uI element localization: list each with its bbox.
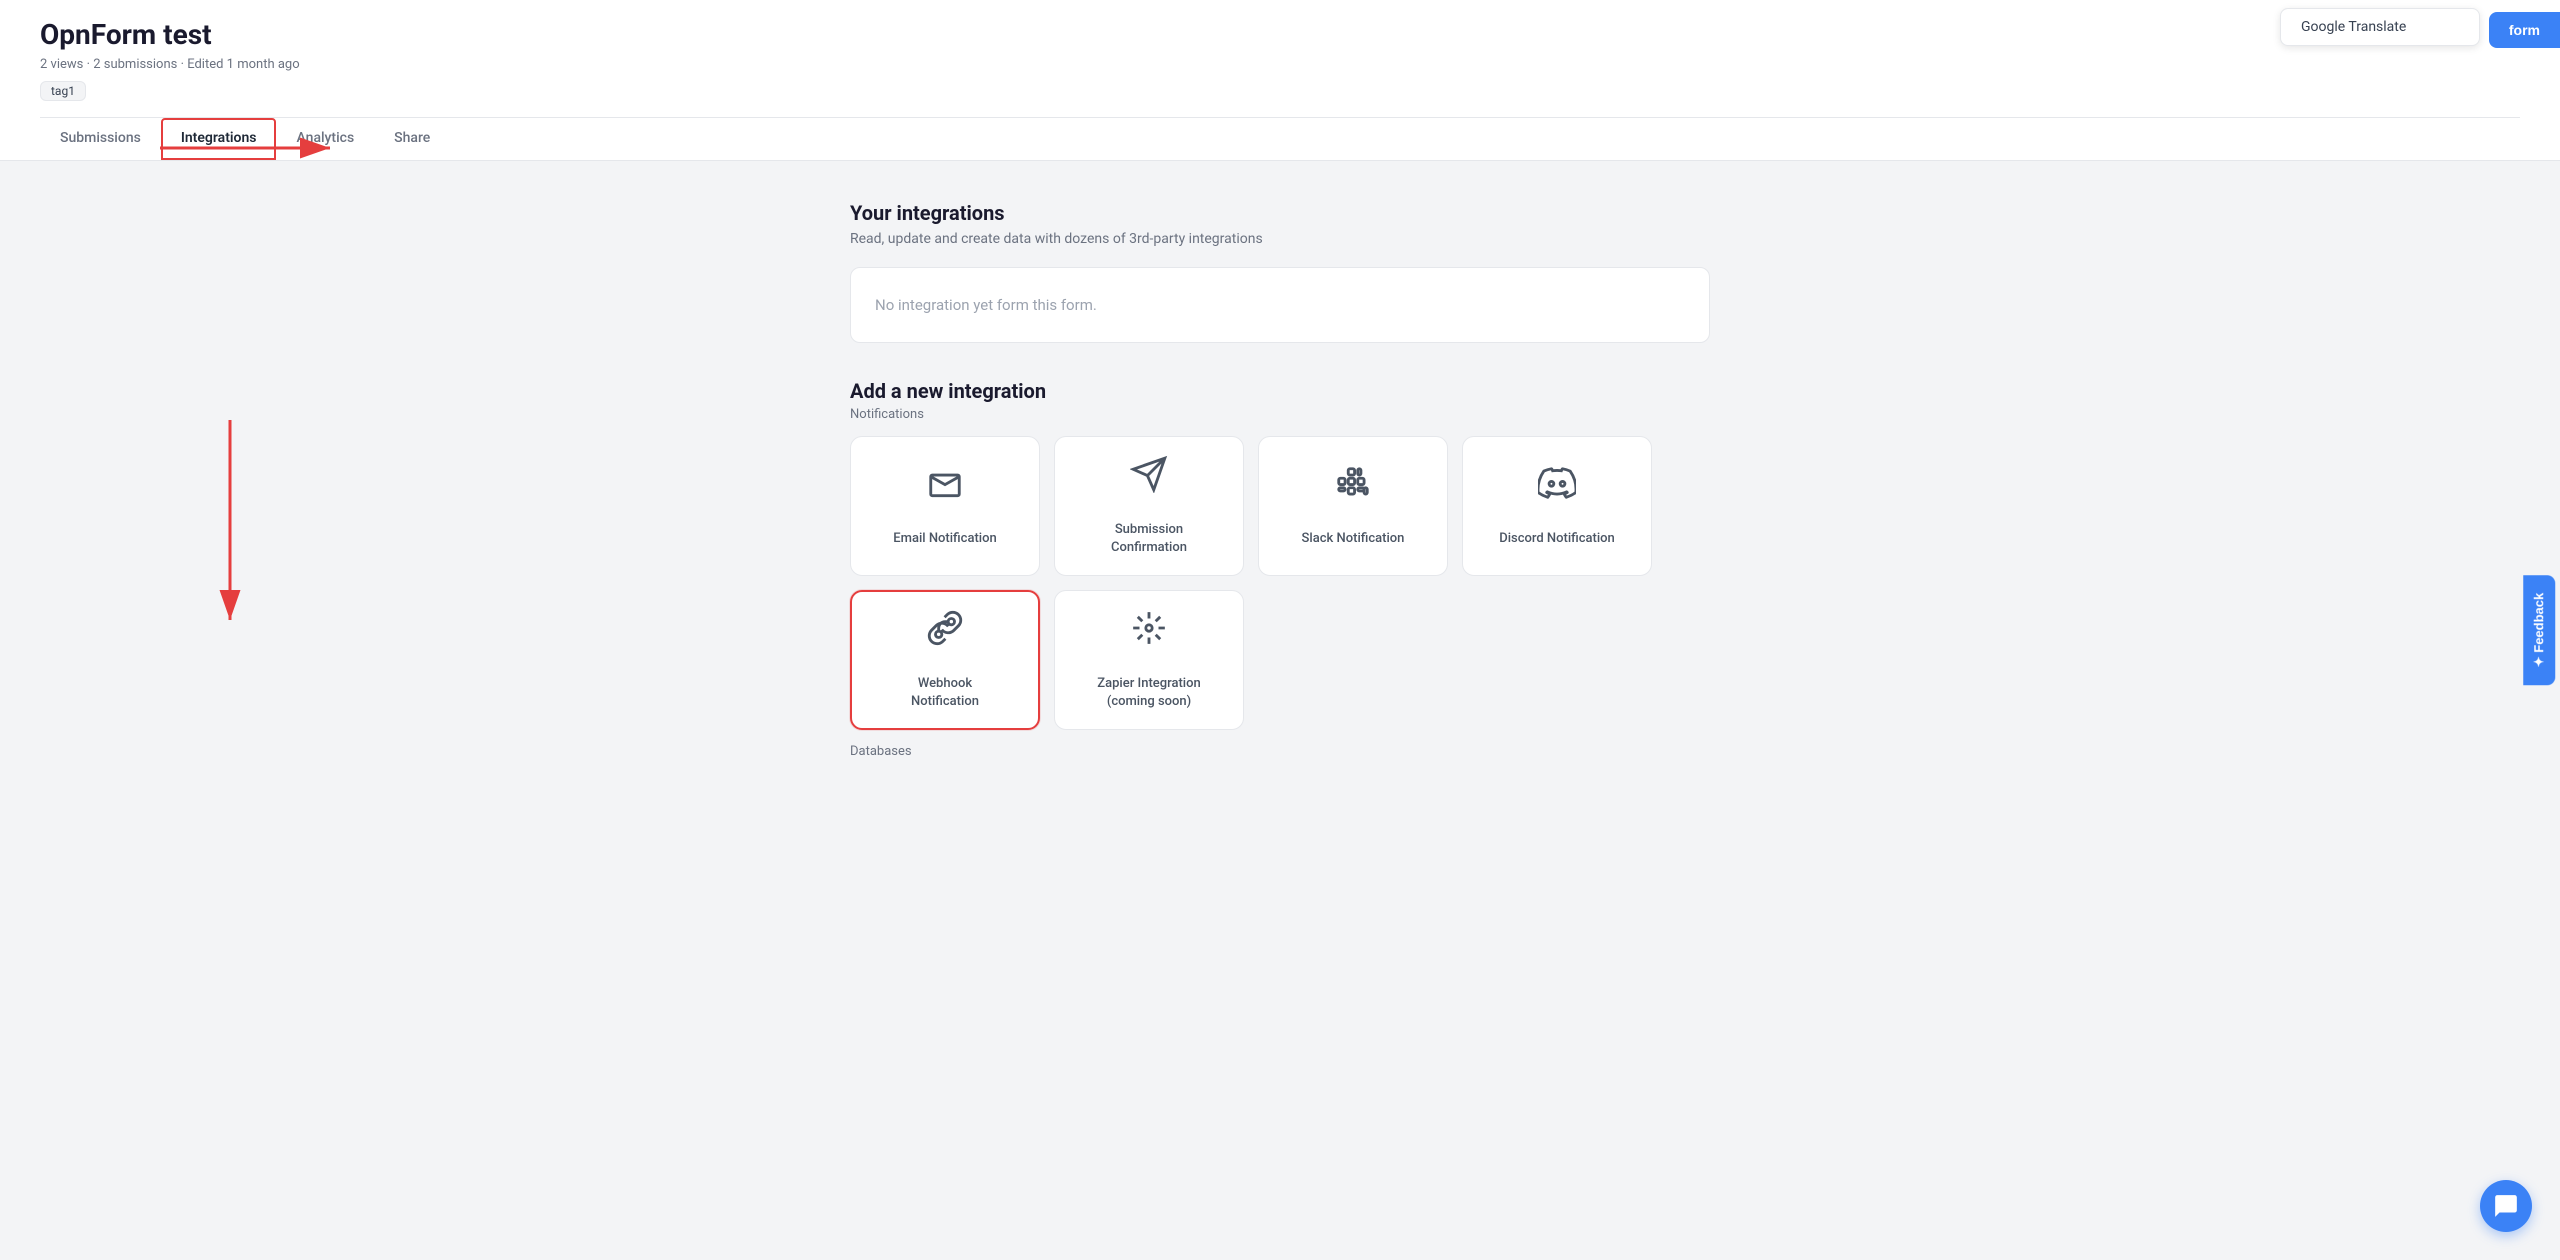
card-discord-label: Discord Notification xyxy=(1499,530,1615,548)
add-integration-title: Add a new integration xyxy=(850,379,1710,403)
feedback-button[interactable]: ✦ Feedback xyxy=(2523,575,2555,685)
card-email-label: Email Notification xyxy=(893,530,996,548)
google-translate-label: Google Translate xyxy=(2301,19,2406,35)
notifications-label: Notifications xyxy=(850,407,1710,422)
nav-tabs: Submissions Integrations Analytics Share xyxy=(40,117,2520,160)
more-integrations-grid: WebhookNotification Zapier Integration(c… xyxy=(850,590,1710,730)
form-meta: 2 views · 2 submissions · Edited 1 month… xyxy=(40,57,300,72)
card-slack[interactable]: Slack Notification xyxy=(1258,436,1448,576)
card-email[interactable]: Email Notification xyxy=(850,436,1040,576)
card-zapier-label: Zapier Integration(coming soon) xyxy=(1097,675,1200,711)
card-discord[interactable]: Discord Notification xyxy=(1462,436,1652,576)
card-zapier[interactable]: Zapier Integration(coming soon) xyxy=(1054,590,1244,730)
slack-icon xyxy=(1334,464,1372,520)
tab-analytics[interactable]: Analytics xyxy=(276,118,374,160)
no-integration-box: No integration yet form this form. xyxy=(850,267,1710,343)
integrations-subtitle: Read, update and create data with dozens… xyxy=(850,231,1710,247)
form-title: OpnForm test xyxy=(40,18,300,51)
databases-label: Databases xyxy=(850,744,1710,759)
main-content: Your integrations Read, update and creat… xyxy=(830,161,1730,799)
tab-integrations[interactable]: Integrations xyxy=(161,118,277,160)
email-icon xyxy=(926,464,964,520)
google-translate-dropdown[interactable]: Google Translate xyxy=(2280,8,2480,46)
zapier-icon xyxy=(1130,609,1168,665)
card-webhook-label: WebhookNotification xyxy=(911,675,979,711)
webhook-icon xyxy=(926,609,964,665)
tag-badge: tag1 xyxy=(40,81,86,101)
tab-share[interactable]: Share xyxy=(374,118,450,160)
discord-icon xyxy=(1538,464,1576,520)
tab-submissions[interactable]: Submissions xyxy=(40,118,161,160)
your-integrations-section: Your integrations Read, update and creat… xyxy=(850,201,1710,343)
card-slack-label: Slack Notification xyxy=(1302,530,1405,548)
card-submission-label: SubmissionConfirmation xyxy=(1111,521,1187,557)
submission-icon xyxy=(1130,455,1168,511)
integrations-title: Your integrations xyxy=(850,201,1710,225)
notifications-grid: Email Notification SubmissionConfirmatio… xyxy=(850,436,1710,576)
card-submission[interactable]: SubmissionConfirmation xyxy=(1054,436,1244,576)
card-webhook[interactable]: WebhookNotification xyxy=(850,590,1040,730)
edit-form-button[interactable]: form xyxy=(2489,12,2560,48)
add-integration-section: Add a new integration Notifications Emai… xyxy=(850,379,1710,759)
